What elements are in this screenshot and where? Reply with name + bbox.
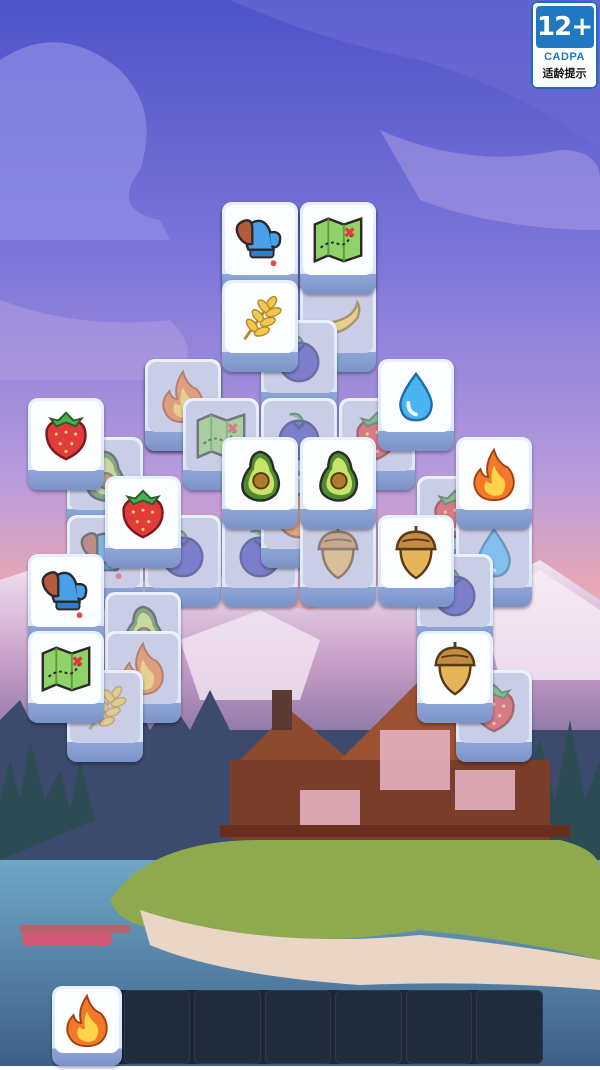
acorn-icon <box>381 518 451 588</box>
tray-slot <box>405 990 473 1064</box>
collection-tray <box>52 986 544 1066</box>
flame-icon <box>459 440 529 510</box>
tile[interactable] <box>28 631 104 723</box>
tray-slot <box>264 990 332 1064</box>
tile[interactable] <box>28 398 104 490</box>
strawberry-icon <box>108 479 178 549</box>
flame-icon <box>55 989 119 1053</box>
tile[interactable] <box>300 437 376 529</box>
tile[interactable] <box>456 437 532 529</box>
tray-slot <box>335 990 402 1064</box>
tray-slot <box>194 990 261 1064</box>
avocado-icon <box>303 440 373 510</box>
tray-slot <box>476 990 544 1064</box>
tile[interactable] <box>417 631 493 723</box>
wheat-icon <box>225 283 295 353</box>
water-drop-icon <box>381 362 451 432</box>
tile[interactable] <box>378 515 454 607</box>
mitten-icon <box>225 205 295 275</box>
tile[interactable] <box>105 476 181 568</box>
tile-board <box>0 0 600 1066</box>
tile[interactable] <box>222 437 298 529</box>
tray-slot <box>52 986 122 1066</box>
avocado-icon <box>225 440 295 510</box>
strawberry-icon <box>31 401 101 471</box>
tray-slot <box>123 990 191 1064</box>
map-icon <box>31 634 101 704</box>
mitten-icon <box>31 557 101 627</box>
acorn-icon <box>420 634 490 704</box>
tile[interactable] <box>378 359 454 451</box>
map-icon <box>303 205 373 275</box>
tray-tile <box>52 986 122 1066</box>
tile[interactable] <box>222 280 298 372</box>
tile[interactable] <box>300 202 376 294</box>
